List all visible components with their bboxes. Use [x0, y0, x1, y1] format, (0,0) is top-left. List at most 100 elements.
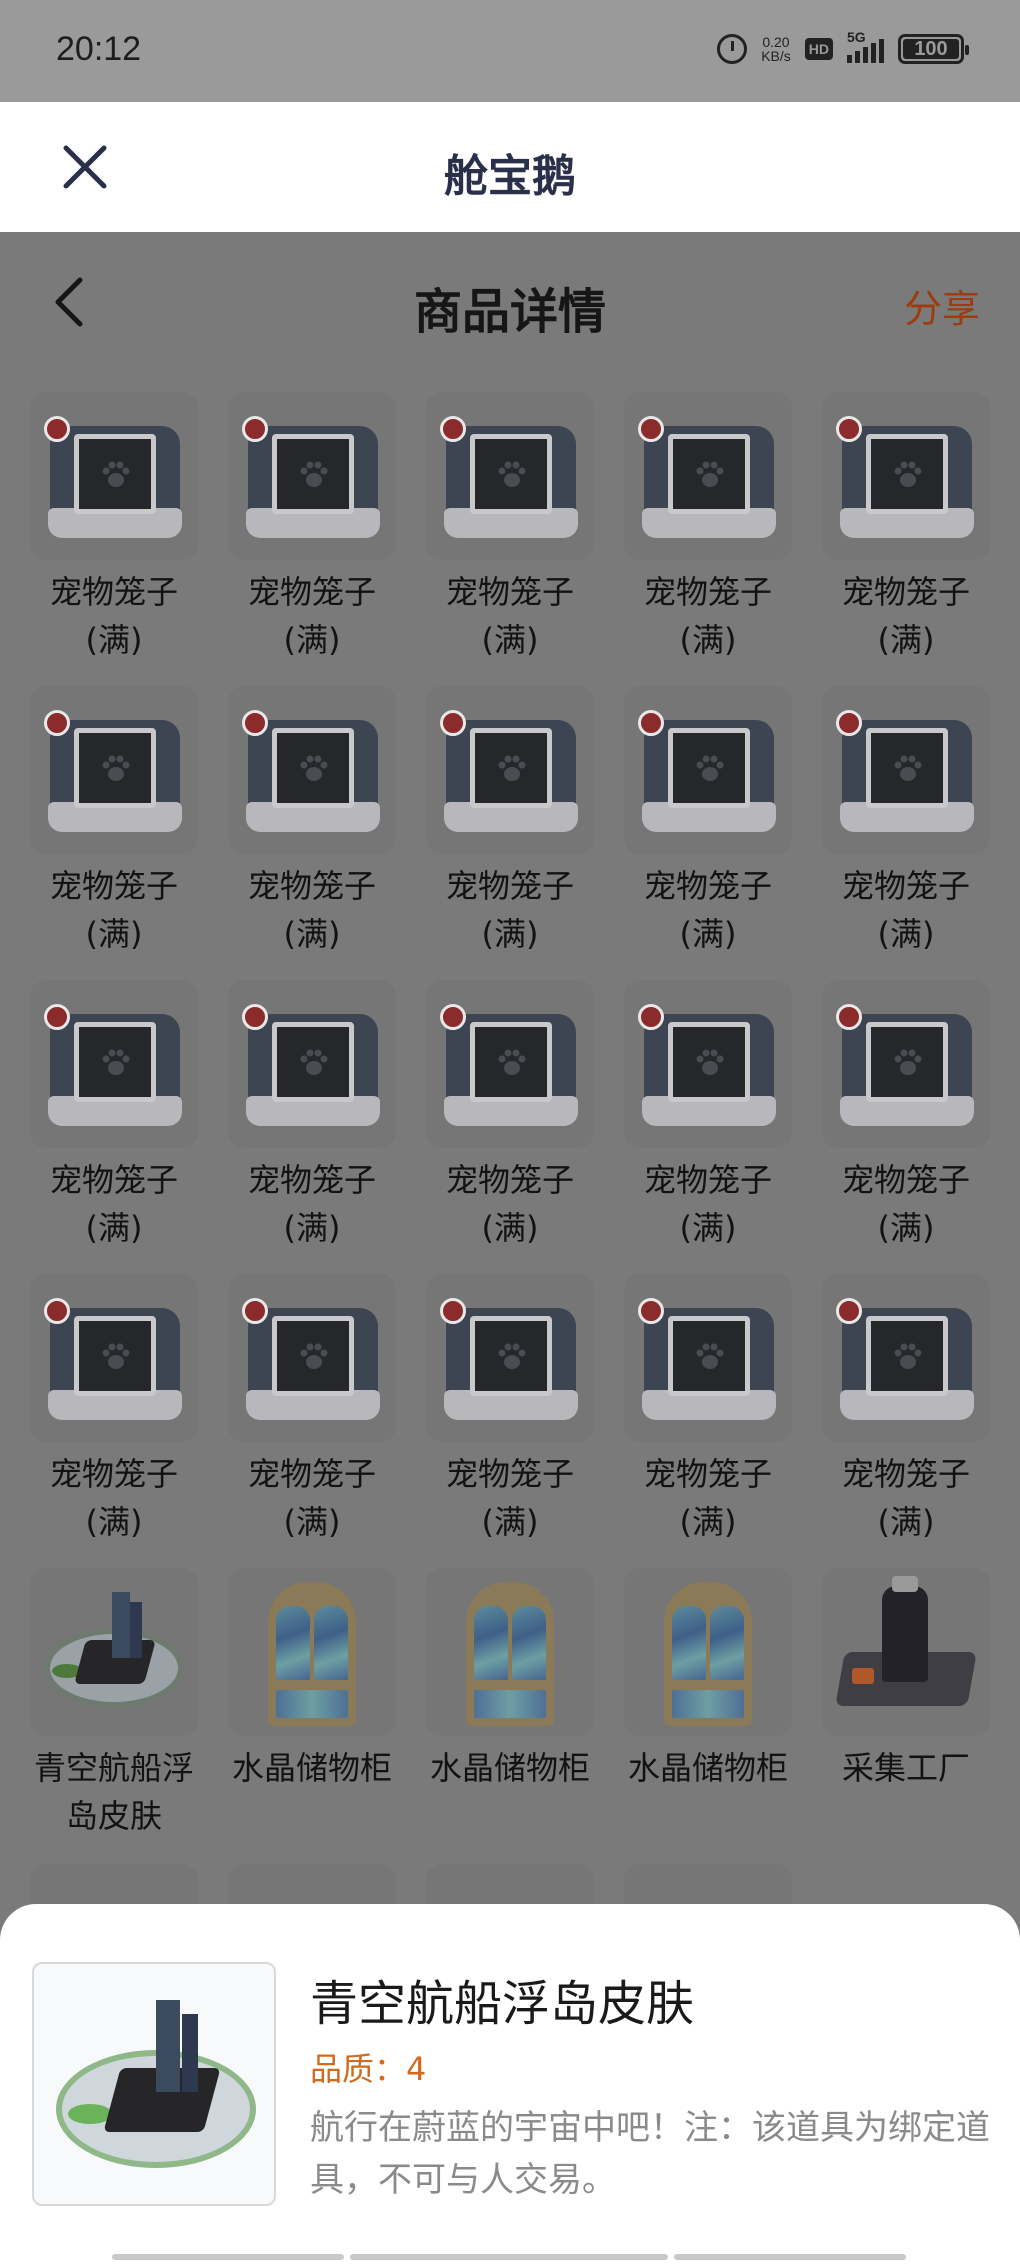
item-name: 宠物笼子 (满) — [15, 862, 213, 958]
grid-item[interactable]: 宠物笼子 (满) — [228, 980, 396, 1252]
item-name: 宠物笼子 (满) — [807, 1156, 1005, 1252]
item-name: 宠物笼子 (满) — [15, 568, 213, 664]
pet-cage-icon — [440, 416, 578, 538]
app-header: 舱宝鹅 — [0, 102, 1020, 232]
item-name: 宠物笼子 (满) — [411, 1450, 609, 1546]
grid-item[interactable]: 宠物笼子 (满) — [624, 686, 792, 958]
grid-item[interactable]: 水晶储物柜 — [228, 1568, 396, 1792]
status-bar: 20:12 0.20 KB/s HD 5G 100 — [0, 0, 1020, 102]
grid-item[interactable]: 采集工厂 — [822, 1568, 990, 1792]
grid-item[interactable]: 宠物笼子 (满) — [426, 980, 594, 1252]
item-thumbnail — [228, 1568, 396, 1736]
item-name-line: (满) — [679, 915, 737, 953]
grid-item[interactable]: 宠物笼子 (满) — [228, 1274, 396, 1546]
item-name-line: 水晶储物柜 — [231, 1749, 392, 1787]
grid-item[interactable]: 宠物笼子 (满) — [426, 686, 594, 958]
item-name: 宠物笼子 (满) — [807, 862, 1005, 958]
pet-cage-icon — [242, 1004, 380, 1126]
item-thumbnail — [624, 1568, 792, 1736]
item-name-line: (满) — [481, 1209, 539, 1247]
item-thumbnail — [624, 392, 792, 560]
item-name-line: 宠物笼子 — [247, 1455, 376, 1493]
grid-item[interactable]: 宠物笼子 (满) — [822, 392, 990, 664]
grid-item[interactable]: 宠物笼子 (满) — [228, 686, 396, 958]
item-name-line: (满) — [877, 915, 935, 953]
item-name: 宠物笼子 (满) — [609, 1450, 807, 1546]
grid-item[interactable]: 宠物笼子 (满) — [30, 980, 198, 1252]
item-name-line: (满) — [283, 621, 341, 659]
item-detail-sheet: 青空航船浮岛皮肤 品质：4 航行在蔚蓝的宇宙中吧！注：该道具为绑定道具，不可与人… — [0, 1904, 1020, 2267]
grid-item[interactable]: 宠物笼子 (满) — [822, 1274, 990, 1546]
pet-cage-icon — [44, 1298, 182, 1420]
grid-item[interactable]: 宠物笼子 (满) — [822, 686, 990, 958]
item-name-line: 宠物笼子 — [643, 1455, 772, 1493]
grid-item[interactable]: 宠物笼子 (满) — [624, 392, 792, 664]
item-name-line: 水晶储物柜 — [429, 1749, 590, 1787]
grid-item[interactable]: 宠物笼子 (满) — [30, 1274, 198, 1546]
item-name-line: 宠物笼子 — [643, 867, 772, 905]
grid-item[interactable]: 宠物笼子 (满) — [30, 392, 198, 664]
item-name-line: (满) — [481, 621, 539, 659]
grid-item[interactable]: 水晶储物柜 — [624, 1568, 792, 1792]
item-name-line: (满) — [679, 1503, 737, 1541]
item-name-line: 宠物笼子 — [445, 1455, 574, 1493]
pet-cage-icon — [638, 710, 776, 832]
grid-item[interactable]: 宠物笼子 (满) — [624, 980, 792, 1252]
home-indicator-middle — [350, 2254, 668, 2260]
grid-item[interactable]: 宠物笼子 (满) — [822, 980, 990, 1252]
share-button[interactable]: 分享 — [904, 278, 980, 333]
item-name-line: (满) — [481, 915, 539, 953]
signal-icon: 5G — [847, 29, 884, 63]
item-name-line: 宠物笼子 — [841, 573, 970, 611]
item-thumbnail — [228, 392, 396, 560]
home-indicator-right — [674, 2254, 906, 2260]
item-thumbnail — [30, 686, 198, 854]
item-name-line: 宠物笼子 — [49, 1161, 178, 1199]
item-thumbnail — [30, 1568, 198, 1736]
item-thumbnail — [822, 1568, 990, 1736]
grid-item[interactable]: 宠物笼子 (满) — [30, 686, 198, 958]
item-name: 青空航船浮 岛皮肤 — [15, 1744, 213, 1840]
item-name-line: 宠物笼子 — [49, 573, 178, 611]
item-name: 宠物笼子 (满) — [213, 1450, 411, 1546]
battery-icon: 100 — [898, 34, 969, 64]
item-name: 宠物笼子 (满) — [15, 1450, 213, 1546]
item-thumbnail — [624, 686, 792, 854]
crystal-cabinet-icon — [664, 1582, 752, 1726]
item-detail-image — [32, 1962, 276, 2206]
item-thumbnail — [426, 392, 594, 560]
item-name: 宠物笼子 (满) — [411, 1156, 609, 1252]
item-name-line: (满) — [283, 1503, 341, 1541]
item-thumbnail — [426, 980, 594, 1148]
item-name: 宠物笼子 (满) — [213, 568, 411, 664]
page-title: 商品详情 — [413, 284, 606, 340]
pet-cage-icon — [638, 1298, 776, 1420]
item-name: 采集工厂 — [807, 1744, 1005, 1792]
grid-item[interactable]: 宠物笼子 (满) — [426, 392, 594, 664]
pet-cage-icon — [440, 1004, 578, 1126]
item-name: 宠物笼子 (满) — [609, 862, 807, 958]
item-name-line: 宠物笼子 — [247, 867, 376, 905]
item-name-line: 岛皮肤 — [65, 1797, 162, 1835]
grid-item[interactable]: 宠物笼子 (满) — [624, 1274, 792, 1546]
item-name-line: 宠物笼子 — [49, 867, 178, 905]
item-name-line: 宠物笼子 — [49, 1455, 178, 1493]
grid-item[interactable]: 青空航船浮 岛皮肤 — [30, 1568, 198, 1840]
item-thumbnail — [30, 392, 198, 560]
pet-cage-icon — [44, 1004, 182, 1126]
item-name-line: 宠物笼子 — [247, 573, 376, 611]
item-thumbnail — [228, 686, 396, 854]
grid-item[interactable]: 宠物笼子 (满) — [426, 1274, 594, 1546]
item-name: 宠物笼子 (满) — [213, 1156, 411, 1252]
item-name: 水晶储物柜 — [609, 1744, 807, 1792]
pet-cage-icon — [836, 1004, 974, 1126]
item-detail-title: 青空航船浮岛皮肤 — [310, 1976, 695, 2032]
grid-item[interactable]: 宠物笼子 (满) — [228, 392, 396, 664]
item-thumbnail — [426, 686, 594, 854]
item-thumbnail — [624, 980, 792, 1148]
grid-item[interactable]: 水晶储物柜 — [426, 1568, 594, 1792]
item-name-line: (满) — [85, 1503, 143, 1541]
crystal-cabinet-icon — [268, 1582, 356, 1726]
item-name-line: 宠物笼子 — [643, 1161, 772, 1199]
pet-cage-icon — [242, 710, 380, 832]
